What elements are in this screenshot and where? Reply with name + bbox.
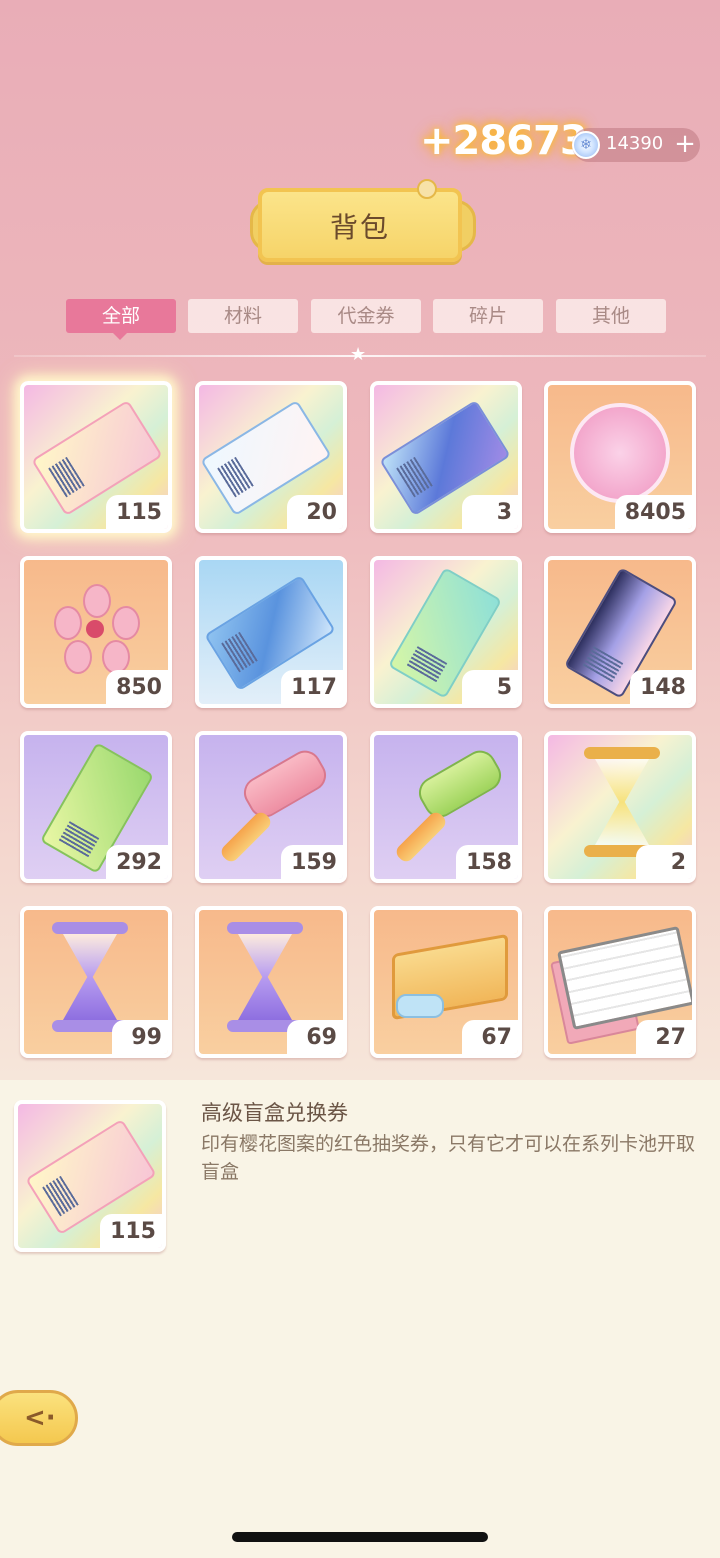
inventory-item-premium-ticket[interactable]: 115 <box>20 381 172 533</box>
item-count: 99 <box>112 1020 168 1054</box>
item-count: 148 <box>630 670 692 704</box>
inventory-item-purple-hourglass[interactable]: 99 <box>20 906 172 1058</box>
inventory-item-pink-roller[interactable]: 159 <box>195 731 347 883</box>
selected-item-title: 高级盲盒兑换券 <box>201 1101 348 1125</box>
ribbon-bow-icon <box>396 994 444 1018</box>
comic-book-icon <box>557 925 692 1031</box>
sakura-flower-icon <box>48 582 144 678</box>
inventory-item-purple-hourglass-2[interactable]: 69 <box>195 906 347 1058</box>
inventory-item-golden-hourglass[interactable]: 2 <box>544 731 696 883</box>
inventory-item-sakura[interactable]: 850 <box>20 556 172 708</box>
item-count: 850 <box>106 670 168 704</box>
inventory-item-dark-ticket[interactable]: 148 <box>544 556 696 708</box>
tab-active-pointer <box>112 332 128 340</box>
bag-coin-icon <box>570 403 670 503</box>
item-count: 158 <box>456 845 518 879</box>
item-count: 115 <box>106 495 168 529</box>
inventory-item-gift-chest[interactable]: 67 <box>370 906 522 1058</box>
plaque-gem-icon <box>417 179 437 199</box>
item-count: 2 <box>636 845 692 879</box>
tab-vouchers[interactable]: 代金券 <box>311 299 421 333</box>
back-arrow-icon: <· <box>24 1403 56 1433</box>
tab-fragments[interactable]: 碎片 <box>433 299 543 333</box>
inventory-item-mystery-ticket[interactable]: 3 <box>370 381 522 533</box>
inventory-item-green-ticket[interactable]: 292 <box>20 731 172 883</box>
item-count: 5 <box>462 670 518 704</box>
divider-star-icon: ★ <box>350 344 367 365</box>
selected-item-thumbnail: 115 <box>14 1100 166 1252</box>
item-count: 117 <box>281 670 343 704</box>
inventory-item-comic-book[interactable]: 27 <box>544 906 696 1058</box>
inventory-item-bag-coin[interactable]: 8405 <box>544 381 696 533</box>
home-indicator[interactable] <box>232 1532 488 1542</box>
item-count: 27 <box>636 1020 692 1054</box>
item-count: 292 <box>106 845 168 879</box>
tab-others[interactable]: 其他 <box>556 299 666 333</box>
item-count: 8405 <box>614 495 692 529</box>
item-count: 3 <box>462 495 518 529</box>
gem-count: 14390 <box>606 133 664 154</box>
page-title: 背包 <box>329 211 390 244</box>
inventory-item-video-ticket[interactable]: 5 <box>370 556 522 708</box>
item-count: 67 <box>462 1020 518 1054</box>
item-count: 115 <box>100 1214 162 1248</box>
inventory-item-avatar-ticket[interactable]: 20 <box>195 381 347 533</box>
item-count: 69 <box>287 1020 343 1054</box>
selected-item-description: 印有樱花图案的红色抽奖券，只有它才可以在系列卡池开取盲盒 <box>201 1133 696 1183</box>
snowflake-gem-icon: ❄ <box>572 131 600 159</box>
inventory-item-green-roller[interactable]: 158 <box>370 731 522 883</box>
item-count: 159 <box>281 845 343 879</box>
tab-materials[interactable]: 材料 <box>188 299 298 333</box>
gold-bonus-text: +28673 <box>420 118 588 164</box>
inventory-item-blue-ticket[interactable]: 117 <box>195 556 347 708</box>
tab-all[interactable]: 全部 <box>66 299 176 333</box>
item-count: 20 <box>287 495 343 529</box>
add-gem-button[interactable]: + <box>674 128 696 162</box>
